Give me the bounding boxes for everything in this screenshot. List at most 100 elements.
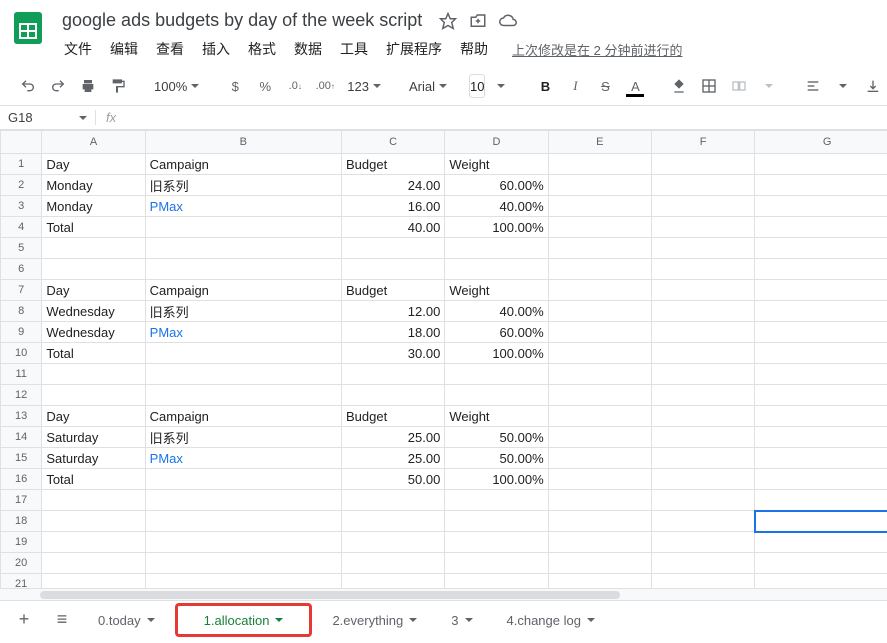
row-header[interactable]: 3 [1,196,42,217]
cell[interactable]: Weight [445,154,548,175]
cell[interactable]: 25.00 [341,448,444,469]
cell[interactable] [341,532,444,553]
cell[interactable]: 100.00% [445,469,548,490]
cell[interactable]: Day [42,154,145,175]
cell[interactable] [145,490,341,511]
cell[interactable] [755,238,887,259]
cell[interactable] [341,490,444,511]
row-header[interactable]: 18 [1,511,42,532]
column-header[interactable]: E [548,131,651,154]
cell[interactable] [145,217,341,238]
cell[interactable] [145,238,341,259]
fill-color-icon[interactable] [665,73,693,99]
increase-decimal-button[interactable]: .00↑ [311,73,339,99]
menu-view[interactable]: 查看 [148,35,192,63]
cell[interactable]: Budget [341,406,444,427]
cell[interactable]: Day [42,280,145,301]
row-header[interactable]: 16 [1,469,42,490]
font-family-dropdown[interactable]: Arial [403,73,453,99]
bold-button[interactable]: B [531,73,559,99]
cell[interactable]: PMax [145,196,341,217]
cell[interactable]: 50.00 [341,469,444,490]
cell[interactable]: Saturday [42,448,145,469]
cell[interactable]: Campaign [145,154,341,175]
strikethrough-button[interactable]: S [591,73,619,99]
cell[interactable]: Total [42,343,145,364]
row-header[interactable]: 10 [1,343,42,364]
star-icon[interactable] [438,11,458,31]
row-header[interactable]: 4 [1,217,42,238]
column-header[interactable]: G [755,131,887,154]
cell[interactable]: 12.00 [341,301,444,322]
cell[interactable] [548,427,651,448]
cell[interactable] [651,280,754,301]
cell[interactable] [42,532,145,553]
cell[interactable]: 40.00% [445,301,548,322]
cell[interactable] [651,532,754,553]
menu-extensions[interactable]: 扩展程序 [378,35,450,63]
cell[interactable] [548,490,651,511]
cell[interactable]: 60.00% [445,322,548,343]
add-sheet-button[interactable]: + [8,606,40,634]
row-header[interactable]: 17 [1,490,42,511]
cell[interactable]: Total [42,469,145,490]
cell[interactable]: Day [42,406,145,427]
cell[interactable] [145,259,341,280]
row-header[interactable]: 21 [1,574,42,589]
decrease-decimal-button[interactable]: .0↓ [281,73,309,99]
cell[interactable] [548,175,651,196]
align-dropdown[interactable] [829,73,857,99]
cell[interactable] [42,553,145,574]
row-header[interactable]: 12 [1,385,42,406]
cell[interactable] [445,574,548,589]
cell[interactable] [445,553,548,574]
cell[interactable] [755,532,887,553]
italic-button[interactable]: I [561,73,589,99]
cell[interactable] [548,322,651,343]
cell[interactable] [548,259,651,280]
cell[interactable] [651,574,754,589]
cell[interactable] [445,511,548,532]
scrollbar-thumb[interactable] [40,591,620,599]
menu-help[interactable]: 帮助 [452,35,496,63]
cell[interactable] [548,154,651,175]
cell[interactable] [755,259,887,280]
cell[interactable] [548,553,651,574]
cell[interactable]: Total [42,217,145,238]
menu-format[interactable]: 格式 [240,35,284,63]
cell[interactable] [548,196,651,217]
sheets-logo[interactable] [8,8,48,48]
cloud-icon[interactable] [498,11,518,31]
cell[interactable]: PMax [145,448,341,469]
cell[interactable]: 40.00% [445,196,548,217]
text-color-button[interactable]: A [621,73,649,99]
menu-insert[interactable]: 插入 [194,35,238,63]
cell[interactable] [755,448,887,469]
cell[interactable] [548,301,651,322]
cell[interactable] [145,532,341,553]
cell[interactable] [755,427,887,448]
cell[interactable] [445,385,548,406]
horizontal-align-icon[interactable] [799,73,827,99]
borders-icon[interactable] [695,73,723,99]
cell[interactable]: Budget [341,154,444,175]
cell[interactable] [341,553,444,574]
row-header[interactable]: 9 [1,322,42,343]
cell[interactable] [341,238,444,259]
cell[interactable] [145,364,341,385]
cell[interactable] [341,574,444,589]
font-size-input[interactable]: 10 [469,74,485,98]
number-format-dropdown[interactable]: 123 [341,73,387,99]
cell[interactable]: 24.00 [341,175,444,196]
cell[interactable]: Campaign [145,280,341,301]
cell[interactable] [755,553,887,574]
row-header[interactable]: 15 [1,448,42,469]
cell[interactable]: Campaign [145,406,341,427]
horizontal-scrollbar[interactable] [0,588,887,600]
cell[interactable] [445,532,548,553]
vertical-align-icon[interactable] [859,73,887,99]
cell[interactable] [755,196,887,217]
cell[interactable] [42,511,145,532]
cell[interactable] [548,532,651,553]
menu-tools[interactable]: 工具 [332,35,376,63]
